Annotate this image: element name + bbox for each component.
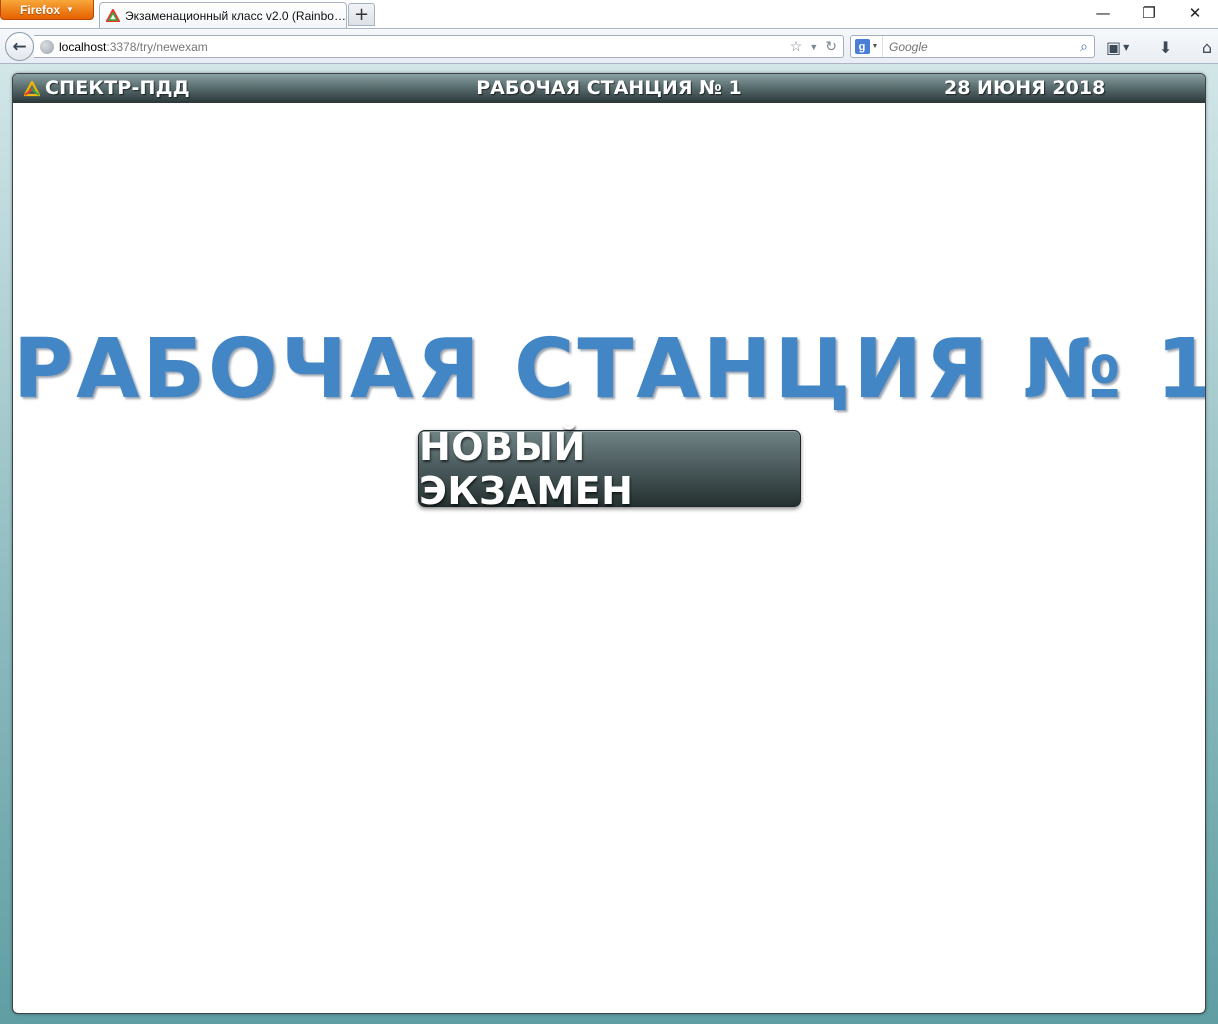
url-path: :3378/try/newexam bbox=[106, 39, 208, 54]
bookmarks-menu-icon: ▣ bbox=[1106, 37, 1122, 57]
firefox-menu-caret-icon: ▼ bbox=[66, 5, 74, 14]
toolbar-right: ▣ ▼ ⬇ ⌂ bbox=[1106, 36, 1218, 58]
firefox-menu-label: Firefox bbox=[20, 2, 61, 17]
download-icon[interactable]: ⬇ bbox=[1159, 38, 1172, 57]
google-icon: g bbox=[854, 39, 870, 54]
dropdown-arrow-icon[interactable]: ▼ bbox=[809, 42, 818, 52]
restore-icon: ❐ bbox=[1142, 4, 1156, 22]
tab-title: Экзаменационный класс v2.0 (Rainbow... bbox=[124, 8, 346, 23]
search-magnifier-icon[interactable]: ⌕ bbox=[1080, 38, 1088, 55]
search-engine-selector[interactable]: g ▼ bbox=[851, 36, 883, 57]
restore-button[interactable]: ❐ bbox=[1126, 0, 1172, 26]
close-icon: ✕ bbox=[1188, 4, 1202, 22]
tab-strip: Firefox ▼ Экзаменационный класс v2.0 (Ra… bbox=[0, 0, 1218, 28]
app-header: СПЕКТР-ПДД РАБОЧАЯ СТАНЦИЯ № 1 28 ИЮНЯ 2… bbox=[13, 74, 1205, 103]
app-window: СПЕКТР-ПДД РАБОЧАЯ СТАНЦИЯ № 1 28 ИЮНЯ 2… bbox=[12, 73, 1206, 1014]
navigation-bar: localhost:3378/try/newexam ☆ ▼ ↻ ← g ▼ ⌕… bbox=[0, 28, 1218, 64]
search-input[interactable] bbox=[889, 39, 1069, 54]
globe-icon bbox=[40, 39, 54, 54]
new-exam-button-label: НОВЫЙ ЭКЗАМЕН bbox=[419, 424, 634, 513]
search-bar[interactable]: g ▼ ⌕ bbox=[850, 35, 1095, 58]
new-exam-button[interactable]: НОВЫЙ ЭКЗАМЕН bbox=[418, 425, 801, 513]
reload-icon[interactable]: ↻ bbox=[825, 38, 837, 55]
firefox-menu-button[interactable]: Firefox ▼ bbox=[0, 0, 94, 20]
url-bar-icons: ☆ ▼ ↻ bbox=[790, 38, 837, 55]
close-button[interactable]: ✕ bbox=[1172, 0, 1218, 26]
back-button[interactable]: ← bbox=[5, 32, 34, 61]
tab-favicon-icon bbox=[106, 8, 120, 22]
minimize-icon: — bbox=[1095, 4, 1111, 22]
minimize-button[interactable]: — bbox=[1080, 0, 1126, 26]
page-title: РАБОЧАЯ СТАНЦИЯ № 1 bbox=[13, 322, 1206, 417]
url-bar[interactable]: localhost:3378/try/newexam ☆ ▼ ↻ bbox=[34, 35, 844, 58]
browser-tab-active[interactable]: Экзаменационный класс v2.0 (Rainbow... bbox=[99, 2, 347, 28]
window-controls: — ❐ ✕ bbox=[1080, 0, 1218, 26]
dropdown-arrow-icon: ▼ bbox=[1123, 42, 1130, 52]
url-host: localhost bbox=[59, 39, 107, 54]
bookmarks-menu-button[interactable]: ▣ ▼ bbox=[1106, 38, 1129, 57]
dropdown-arrow-icon: ▼ bbox=[871, 43, 879, 50]
home-icon[interactable]: ⌂ bbox=[1202, 38, 1212, 57]
current-date: 28 ИЮНЯ 2018 bbox=[944, 77, 1106, 99]
new-tab-button[interactable]: + bbox=[348, 3, 375, 26]
bookmark-star-icon[interactable]: ☆ bbox=[790, 38, 803, 55]
plus-icon: + bbox=[353, 4, 370, 25]
back-arrow-icon: ← bbox=[12, 36, 27, 57]
